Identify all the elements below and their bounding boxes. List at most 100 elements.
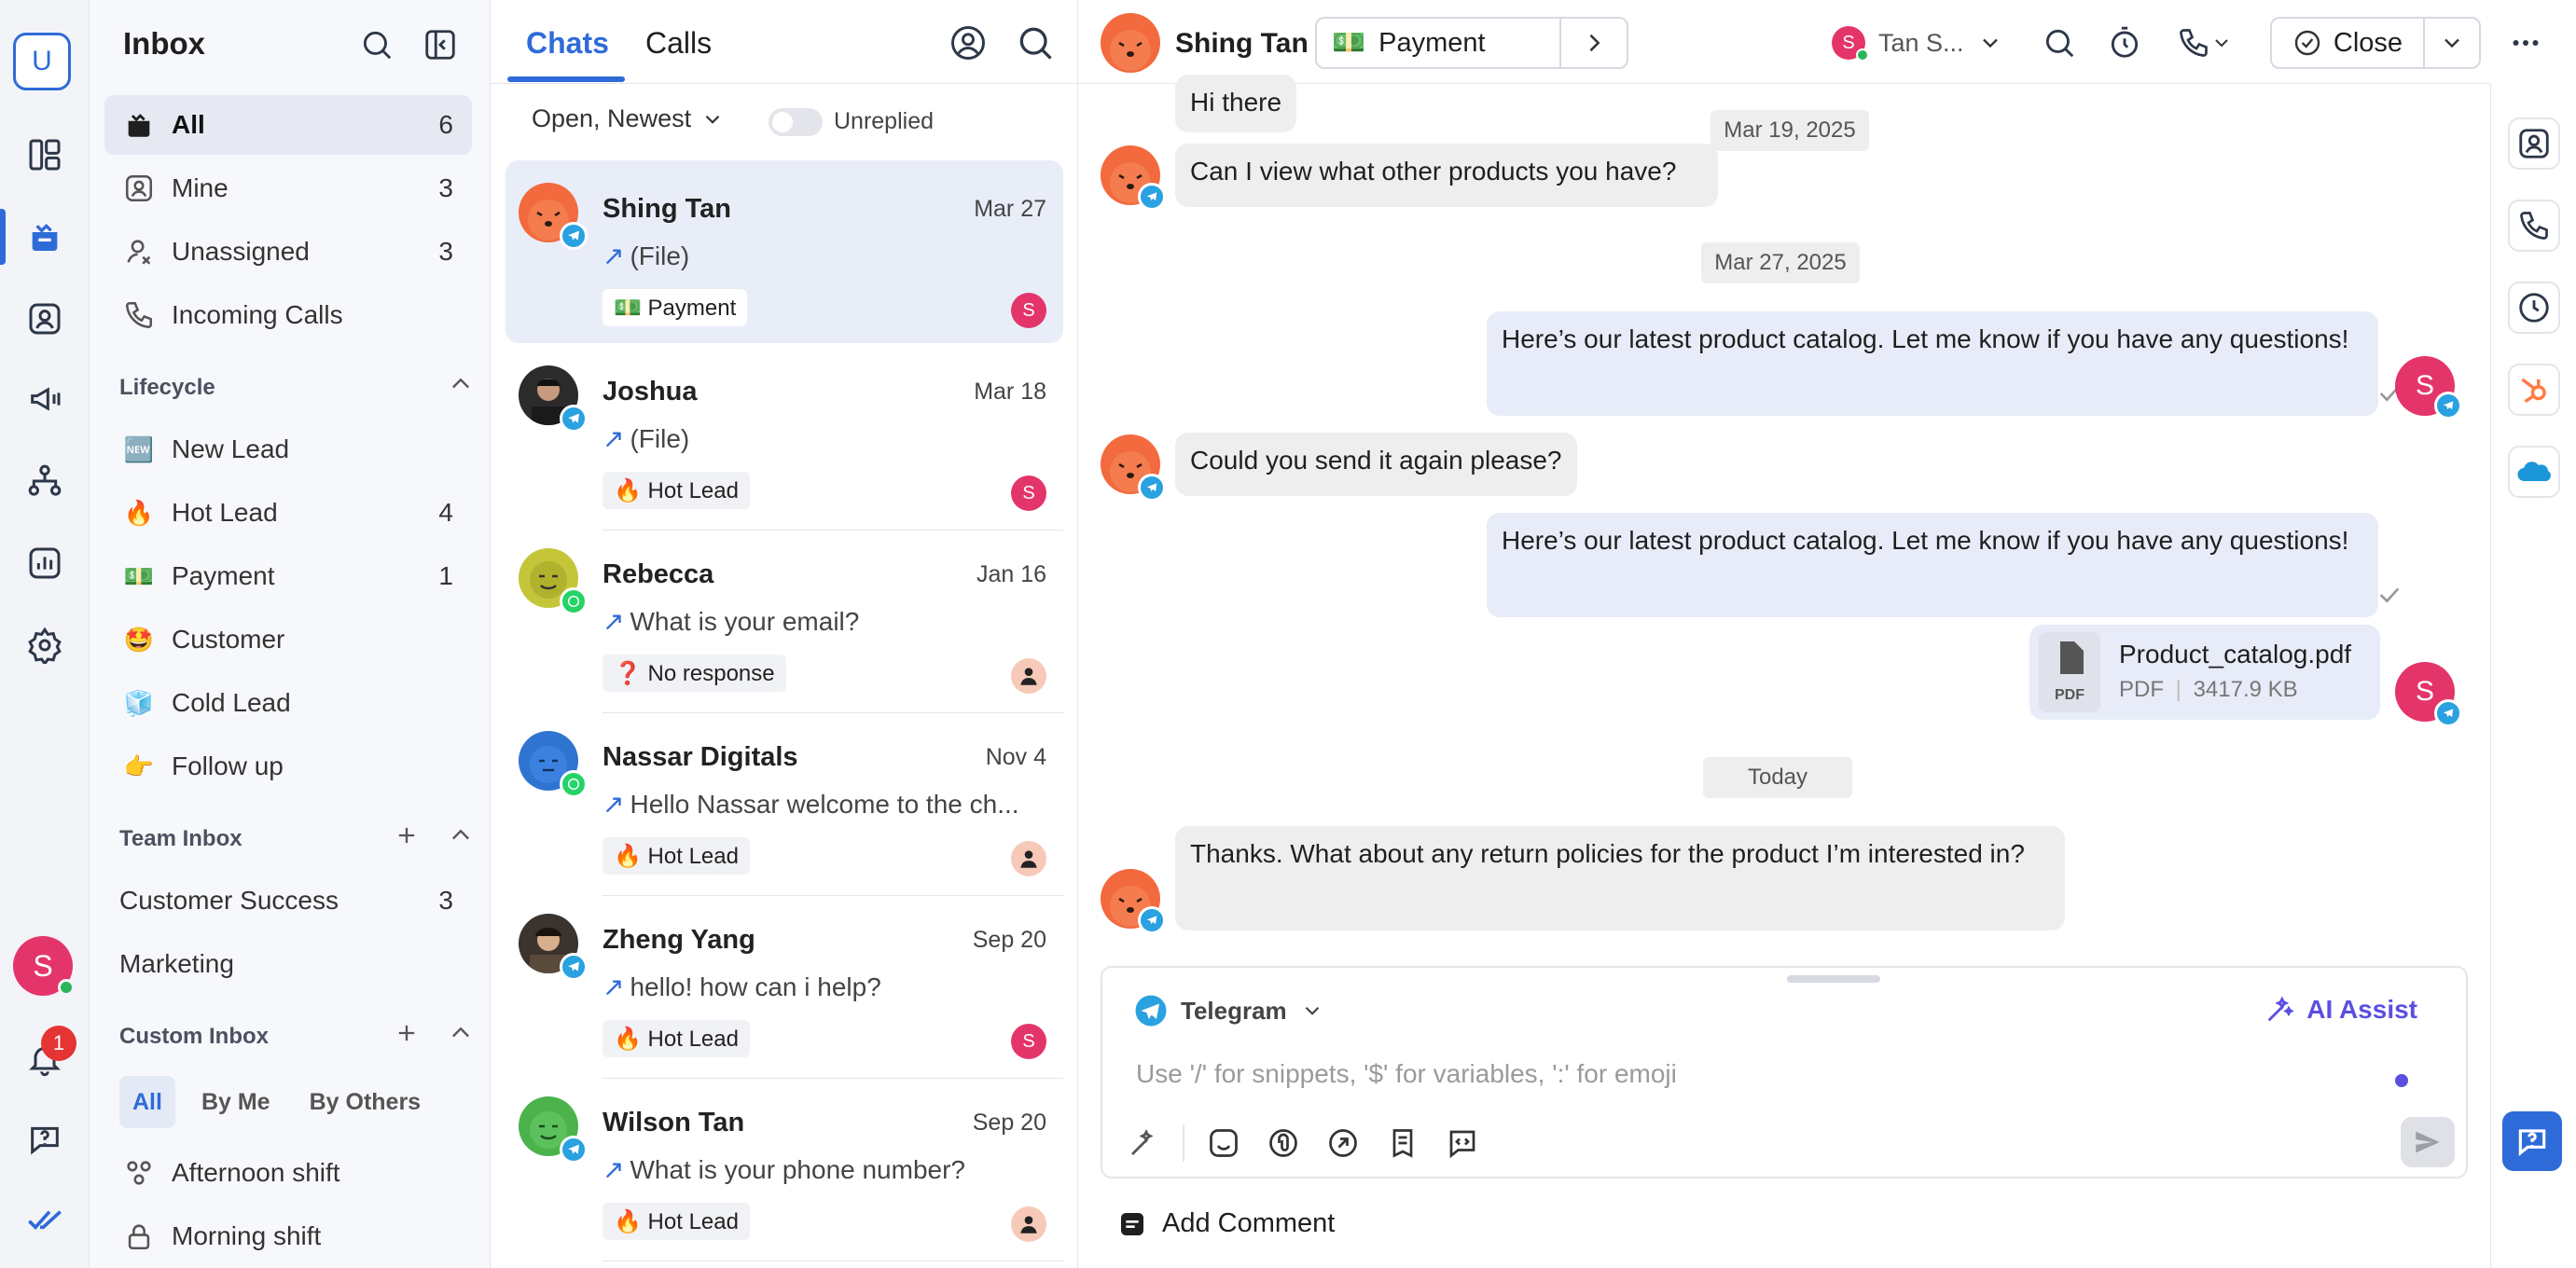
date-divider: Mar 27, 2025 xyxy=(1701,242,1860,283)
right-rail xyxy=(2490,84,2576,1268)
resize-handle[interactable] xyxy=(1787,975,1880,983)
online-status-dot xyxy=(1856,48,1869,62)
chevron-down-icon xyxy=(2444,38,2459,48)
chevron-up-icon[interactable] xyxy=(448,822,474,855)
add-comment-button[interactable]: Add Comment xyxy=(1117,1208,1335,1239)
unreplied-toggle[interactable] xyxy=(769,108,823,136)
chevron-up-icon[interactable] xyxy=(448,371,474,404)
nav-label: Incoming Calls xyxy=(172,300,343,329)
channel-selector[interactable]: Telegram xyxy=(1134,994,1324,1027)
section-title: Lifecycle xyxy=(119,374,215,400)
chat-item[interactable]: Joshua Mar 18 ↗ (File) 🔥 Hot Lead S xyxy=(506,343,1063,526)
chat-item[interactable]: Zheng Yang Sep 20 ↗ hello! how can i help… xyxy=(506,891,1063,1074)
chat-item[interactable]: Wilson Tan Sep 20 ↗ What is your phone nu… xyxy=(506,1074,1063,1257)
collapse-sidebar-icon[interactable] xyxy=(420,24,461,65)
lifecycle-follow-up[interactable]: 👉 Follow up xyxy=(104,737,472,796)
magic-wand-icon[interactable] xyxy=(1123,1123,1164,1164)
lifecycle-customer[interactable]: 🤩 Customer xyxy=(104,610,472,669)
lifecycle-tag: 🔥 Hot Lead xyxy=(602,837,750,875)
send-button[interactable] xyxy=(2401,1117,2455,1167)
support-chat-icon[interactable] xyxy=(2502,1111,2562,1171)
assignee-dropdown[interactable]: S Tan S... xyxy=(1832,26,2003,62)
nav-incoming-calls[interactable]: Incoming Calls xyxy=(104,285,472,345)
more-options-icon[interactable] xyxy=(2505,22,2546,63)
filter-by-me[interactable]: By Me xyxy=(188,1076,284,1128)
snippet-icon[interactable] xyxy=(1323,1123,1364,1164)
contact-name[interactable]: Shing Tan xyxy=(1175,28,1309,60)
search-icon[interactable] xyxy=(1015,22,1056,63)
dashboard-icon[interactable] xyxy=(22,132,67,177)
filter-by-others[interactable]: By Others xyxy=(297,1076,434,1128)
lifecycle-payment[interactable]: 💵 Payment 1 xyxy=(104,546,472,606)
nav-label: Unassigned xyxy=(172,237,310,266)
settings-icon[interactable] xyxy=(22,623,67,668)
file-attachment[interactable]: PDF Product_catalog.pdf PDF | 3417.9 KB xyxy=(2029,625,2380,720)
tab-chats[interactable]: Chats xyxy=(526,26,609,61)
contact-profile-icon[interactable] xyxy=(2508,117,2560,170)
close-options-dropdown[interactable] xyxy=(2423,17,2481,69)
chat-item[interactable]: Nassar Digitals Nov 4 ↗ Hello Nassar welc… xyxy=(506,709,1063,891)
chat-item[interactable]: Rebecca Jan 16 ↗ What is your email? ❓ No… xyxy=(506,526,1063,709)
custom-inbox-header: Custom Inbox xyxy=(119,1020,474,1053)
nav-all[interactable]: All 6 xyxy=(104,95,472,155)
search-icon[interactable] xyxy=(356,24,397,65)
search-icon[interactable] xyxy=(2039,22,2080,63)
lifecycle-cold-lead[interactable]: 🧊 Cold Lead xyxy=(104,673,472,733)
custom-afternoon-shift[interactable]: Afternoon shift xyxy=(104,1143,472,1203)
template-icon[interactable] xyxy=(1382,1123,1423,1164)
plus-icon[interactable] xyxy=(394,1020,420,1053)
reports-icon[interactable] xyxy=(22,541,67,586)
lifecycle-count: 1 xyxy=(438,561,453,590)
phone-icon[interactable] xyxy=(2508,200,2560,252)
phone-icon xyxy=(2180,29,2208,57)
snooze-timer-icon[interactable] xyxy=(2104,22,2145,63)
star-eyes-emoji-icon: 🤩 xyxy=(123,625,155,654)
contacts-icon[interactable] xyxy=(22,296,67,341)
chevron-down-icon xyxy=(2215,39,2228,48)
contact-settings-icon[interactable] xyxy=(948,22,989,63)
attachment-icon[interactable] xyxy=(1263,1123,1304,1164)
lifecycle-hot-lead[interactable]: 🔥 Hot Lead 4 xyxy=(104,483,472,543)
next-stage-button[interactable] xyxy=(1561,30,1627,56)
nav-mine[interactable]: Mine 3 xyxy=(104,158,472,218)
sort-dropdown[interactable]: Open, Newest xyxy=(532,104,725,133)
custom-morning-shift[interactable]: Morning shift xyxy=(104,1206,472,1266)
help-icon[interactable] xyxy=(22,1117,67,1162)
team-customer-success[interactable]: Customer Success 3 xyxy=(104,871,472,930)
tab-calls[interactable]: Calls xyxy=(645,26,712,61)
filter-all[interactable]: All xyxy=(119,1076,175,1128)
hubspot-icon[interactable] xyxy=(2508,364,2560,416)
inbox-icon[interactable] xyxy=(22,214,67,259)
user-avatar[interactable]: S xyxy=(13,936,75,996)
lifecycle-stage-select[interactable]: 💵 Payment xyxy=(1317,19,1561,67)
close-conversation-button[interactable]: Close xyxy=(2270,17,2423,69)
call-dropdown[interactable] xyxy=(2167,22,2242,63)
plus-icon[interactable] xyxy=(394,822,420,855)
contact-avatar[interactable] xyxy=(1101,13,1160,73)
last-message: ↗ (File) xyxy=(602,424,690,453)
lifecycle-header[interactable]: Lifecycle xyxy=(119,371,474,404)
chat-item[interactable]: Shing Tan Mar 27 ↗ (File) 💵 Payment S xyxy=(506,160,1063,343)
history-clock-icon[interactable] xyxy=(2508,282,2560,334)
emoji-icon[interactable] xyxy=(1203,1123,1244,1164)
workspace-logo[interactable]: U xyxy=(13,33,71,90)
chevron-up-icon[interactable] xyxy=(448,1020,474,1053)
contact-name: Wilson Tan xyxy=(602,1108,745,1137)
nav-unassigned[interactable]: Unassigned 3 xyxy=(104,222,472,282)
incoming-message: Can I view what other products you have? xyxy=(1175,144,1718,207)
file-icon: PDF xyxy=(2039,632,2100,712)
salesforce-icon[interactable] xyxy=(2508,446,2560,498)
team-marketing[interactable]: Marketing xyxy=(104,934,472,994)
workflows-icon[interactable] xyxy=(22,459,67,503)
chat-date: Jan 16 xyxy=(976,561,1046,587)
lifecycle-stage-button: 💵 Payment xyxy=(1315,17,1628,69)
last-message: ↗ Hello Nassar welcome to the ch... xyxy=(602,790,1019,819)
code-icon[interactable] xyxy=(1442,1123,1483,1164)
broadcast-icon[interactable] xyxy=(22,377,67,421)
message-input[interactable]: Use '/' for snippets, '$' for variables,… xyxy=(1136,1059,1677,1089)
lifecycle-new-lead[interactable]: 🆕 New Lead xyxy=(104,420,472,479)
contact-name: Joshua xyxy=(602,377,698,407)
ai-assist-button[interactable]: AI Assist xyxy=(2264,994,2417,1026)
double-check-icon[interactable] xyxy=(22,1197,67,1242)
lifecycle-label: Hot Lead xyxy=(172,498,278,527)
